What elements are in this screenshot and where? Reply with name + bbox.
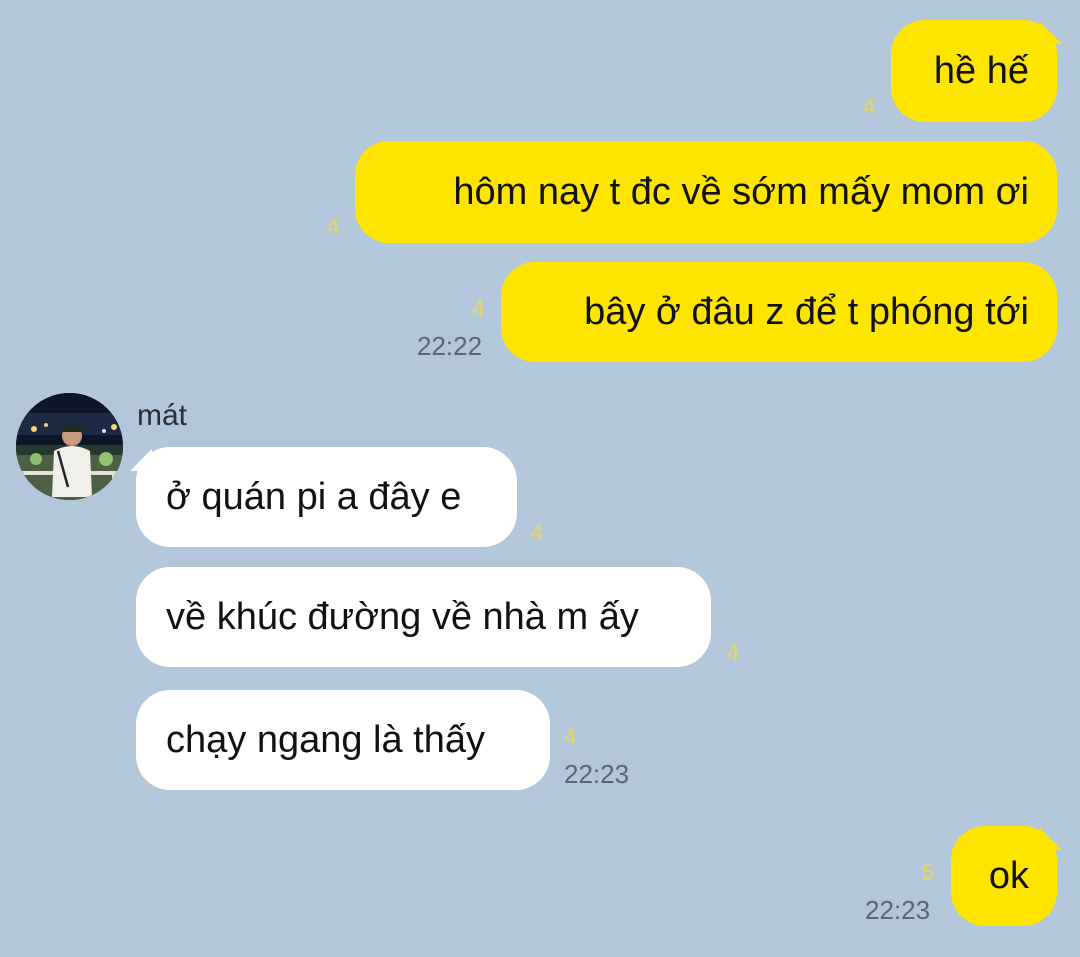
message-bubble-outgoing[interactable]: hề hế	[891, 20, 1057, 122]
unread-count: 4	[327, 214, 340, 239]
bubble-tail	[1040, 828, 1062, 850]
message-text: hề hế	[933, 49, 1029, 92]
message-bubble-outgoing[interactable]: bây ở đâu z để t phóng tới	[501, 262, 1057, 362]
message-text: về khúc đường về nhà m ấy	[166, 595, 639, 638]
message-bubble-incoming[interactable]: chạy ngang là thấy	[136, 690, 550, 790]
message-text: hôm nay t đc về sớm mấy mom ơi	[453, 170, 1029, 213]
message-timestamp: 22:23	[865, 895, 931, 925]
message-text: chạy ngang là thấy	[166, 718, 486, 761]
message-timestamp: 22:22	[417, 331, 483, 361]
unread-count: 4	[727, 640, 740, 665]
bubble-tail	[1040, 22, 1062, 44]
sender-name: mát	[137, 399, 188, 432]
message-bubble-incoming[interactable]: ở quán pi a đây e	[136, 447, 517, 547]
message-text: ở quán pi a đây e	[166, 475, 462, 518]
profile-photo-icon	[16, 393, 123, 500]
unread-count: 4	[531, 520, 544, 545]
unread-count: 5	[922, 860, 935, 885]
message-bubble-outgoing[interactable]: hôm nay t đc về sớm mấy mom ơi	[355, 141, 1057, 243]
message-text: bây ở đâu z để t phóng tới	[584, 290, 1029, 333]
message-bubble-incoming[interactable]: về khúc đường về nhà m ấy	[136, 567, 711, 667]
bubble-tail	[130, 449, 152, 471]
unread-count: 4	[564, 724, 577, 749]
unread-count: 4	[863, 94, 876, 119]
message-timestamp: 22:23	[564, 759, 630, 789]
unread-count: 4	[472, 296, 485, 321]
contact-avatar[interactable]	[16, 393, 123, 500]
message-text: ok	[988, 854, 1029, 897]
